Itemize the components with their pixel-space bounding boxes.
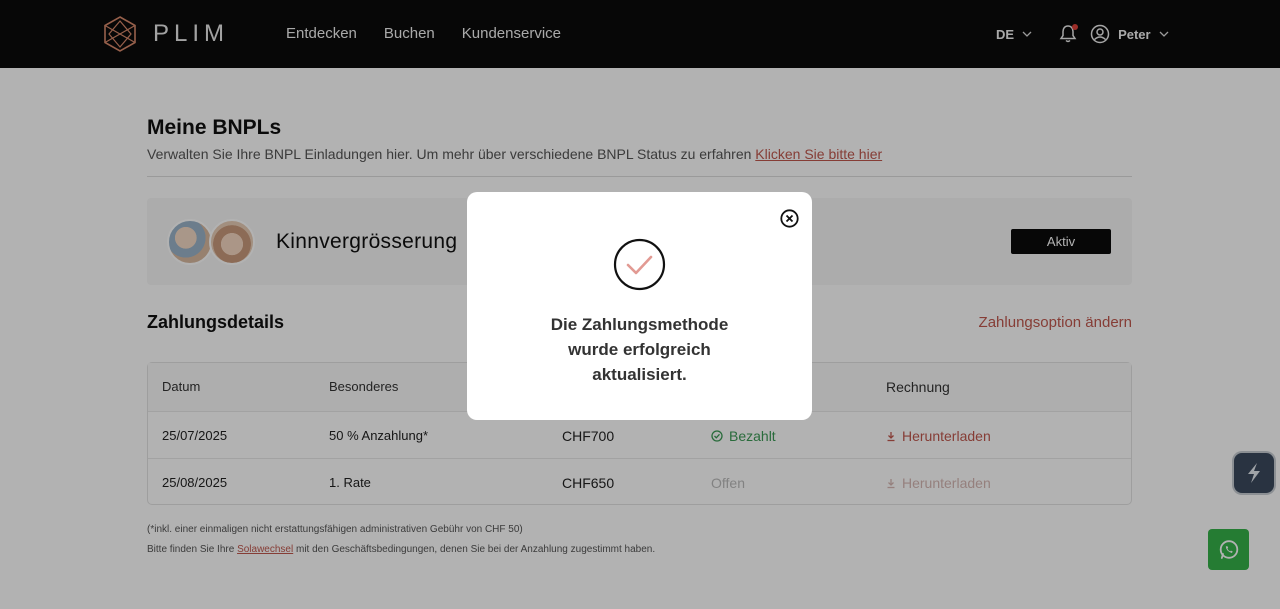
- success-message-line: wurde erfolgreich: [568, 340, 711, 359]
- success-check-icon: [613, 238, 666, 291]
- close-icon[interactable]: [780, 209, 799, 228]
- success-message-line: Die Zahlungsmethode: [550, 315, 729, 334]
- success-message-line: aktualisiert.: [592, 365, 687, 384]
- success-modal: Die Zahlungsmethode wurde erfolgreich ak…: [467, 192, 812, 420]
- success-message: Die Zahlungsmethode wurde erfolgreich ak…: [507, 312, 772, 387]
